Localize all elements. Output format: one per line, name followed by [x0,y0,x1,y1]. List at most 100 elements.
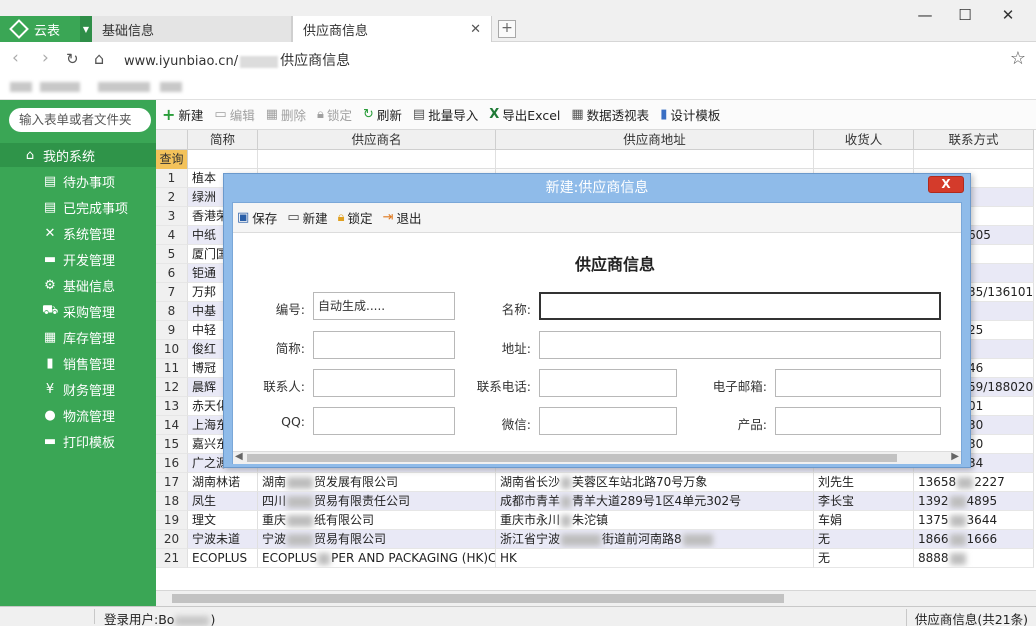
cell-receiver: 无 [814,530,914,549]
sidebar-item-logistics[interactable]: ● 物流管理 [0,403,156,427]
dialog-new-button[interactable]: ▭ 新建 [287,208,327,227]
address-input[interactable] [539,331,941,359]
wechat-input[interactable] [539,407,677,435]
query-filter-cell[interactable] [188,150,258,169]
home-icon: ⌂ [25,147,35,163]
excel-icon: X [489,107,500,122]
column-header-supplier-address[interactable]: 供应商地址 [496,130,814,150]
sidebar-item-basic[interactable]: ⚙ 基础信息 [0,273,156,297]
maximize-icon[interactable]: ☐ [950,4,980,26]
table-row[interactable]: 21 ECOPLUS ECOPLUS PER AND PACKAGING (HK)… [156,549,1034,568]
query-filter-cell[interactable] [258,150,496,169]
lock-button[interactable]: 🔒︎ 锁定 [317,105,352,124]
table-row[interactable]: 17 湖南林诺 湖南 贸发展有限公司 湖南省长沙 芙蓉区车站北路70号万象 刘先生 … [156,473,1034,492]
cell-receiver: 刘先生 [814,473,914,492]
table-row[interactable]: 20 宁波未道 宁波 贸易有限公司 浙江省宁波 街道前河南路8 无 1866 1666 [156,530,1034,549]
dialog-close-button[interactable]: X [928,176,964,193]
refresh-button[interactable]: ↻ 刷新 [363,105,402,124]
table-row[interactable]: 18 凤生 四川 贸易有限责任公司 成都市青羊 青羊大道289号1区4单元302号 … [156,492,1034,511]
query-filter-cell[interactable] [814,150,914,169]
home-icon[interactable]: ⌂ [94,49,104,68]
sidebar-item-sales[interactable]: ▮ 销售管理 [0,351,156,375]
sidebar-item-done[interactable]: ▤ 已完成事项 [0,195,156,219]
redacted-text [561,514,572,527]
edit-button[interactable]: ▭ 编辑 [214,105,254,124]
exit-button[interactable]: ⇥ 退出 [383,208,422,227]
reload-icon[interactable]: ↻ [66,50,79,68]
column-header-contact[interactable]: 联系方式 [914,130,1034,150]
sidebar-item-dev[interactable]: ▬ 开发管理 [0,247,156,271]
scroll-left-icon[interactable]: ◀ [235,451,243,462]
code-input[interactable]: 自动生成..... [313,292,455,320]
app-dropdown-icon[interactable]: ▼ [80,16,92,42]
plus-icon: + [162,105,176,124]
sidebar-item-finance[interactable]: ¥ 财务管理 [0,377,156,401]
query-filter-cell[interactable] [914,150,1034,169]
redacted-text [287,476,314,489]
sidebar-item-label: 待办事项 [63,175,116,191]
url-field[interactable]: www.iyunbiao.cn/供应商信息 [124,50,350,70]
text-part: 贸发展有限公司 [314,475,399,489]
scrollbar-thumb[interactable] [172,594,784,603]
query-button[interactable]: 查询 [156,150,188,169]
redacted-text [561,533,602,546]
tab-label: 供应商信息 [303,23,369,39]
redacted-text [949,514,966,527]
design-template-button[interactable]: ▮ 设计模板 [660,105,720,124]
column-header-short-name[interactable]: 简称 [188,130,258,150]
row-number: 7 [156,283,188,302]
batch-import-button[interactable]: ▤ 批量导入 [413,105,478,124]
sidebar-item-inventory[interactable]: ▦ 库存管理 [0,325,156,349]
save-button[interactable]: ▣ 保存 [237,208,277,227]
sidebar-item-system[interactable]: ✕ 系统管理 [0,221,156,245]
tab-supplier-info[interactable]: 供应商信息 ✕ [292,16,492,42]
query-filter-cell[interactable] [496,150,814,169]
phone-input[interactable] [539,369,677,397]
design-template-label: 设计模板 [670,108,721,123]
redacted-text [40,82,80,92]
browser-tab-bar: 云表 ▼ 基础信息 供应商信息 ✕ + — ☐ ✕ [0,0,1036,42]
product-input[interactable] [775,407,941,435]
column-header-supplier-name[interactable]: 供应商名 [258,130,496,150]
sidebar-item-purchase[interactable]: ⛟ 采购管理 [0,299,156,323]
sidebar-item-label: 采购管理 [63,305,116,321]
url-prefix: www.iyunbiao.cn/ [124,54,239,69]
new-tab-button[interactable]: + [498,20,516,38]
scroll-right-icon[interactable]: ▶ [951,451,959,462]
scrollbar-thumb[interactable] [247,454,897,462]
sidebar-root-label: 我的系统 [43,149,96,165]
text-part: 重庆 [262,513,287,527]
pivot-table-icon: ▦ [571,107,584,122]
dialog-lock-button[interactable]: 🔒︎ 锁定 [338,208,373,227]
back-icon[interactable]: ‹ [12,48,19,68]
close-tab-icon[interactable]: ✕ [470,22,481,37]
sidebar-item-print[interactable]: ▬ 打印模板 [0,429,156,453]
grid-horizontal-scrollbar[interactable] [156,590,1036,606]
qq-label: QQ: [281,414,305,429]
pivot-table-button[interactable]: ▦ 数据透视表 [571,105,649,124]
sidebar-search-input[interactable]: 输入表单或者文件夹 [9,108,151,132]
table-row[interactable]: 19 理文 重庆 纸有限公司 重庆市永川 朱沱镇 车娟 1375 3644 [156,511,1034,530]
name-input[interactable] [539,292,941,320]
column-header-receiver[interactable]: 收货人 [814,130,914,150]
minimize-icon[interactable]: — [910,4,940,26]
row-number: 1 [156,169,188,188]
dialog-body: ▣ 保存 ▭ 新建 🔒︎ 锁定 ⇥ 退出 供应商信息 编号: 自动生成..... 名称:… [232,202,962,464]
import-icon: ▤ [412,107,426,122]
sidebar-item-todo[interactable]: ▤ 待办事项 [0,169,156,193]
new-button[interactable]: + 新建 [162,105,203,124]
forward-icon[interactable]: › [42,48,49,68]
dialog-horizontal-scrollbar[interactable]: ◀ ▶ [233,451,961,464]
cell-supplier-name: 湖南 贸发展有限公司 [258,473,496,492]
delete-button[interactable]: ▦ 删除 [266,105,306,124]
qq-input[interactable] [313,407,455,435]
contact-person-input[interactable] [313,369,455,397]
sidebar-root-my-system[interactable]: ⌂ 我的系统 [0,143,156,167]
bookmark-star-icon[interactable]: ☆ [1010,48,1026,69]
close-window-icon[interactable]: ✕ [993,4,1023,26]
short-name-input[interactable] [313,331,455,359]
export-excel-button[interactable]: X 导出Excel [489,105,560,124]
tab-basic-info[interactable]: 基础信息 [92,16,292,42]
email-input[interactable] [775,369,941,397]
app-menu-button[interactable]: 云表 [0,16,80,42]
